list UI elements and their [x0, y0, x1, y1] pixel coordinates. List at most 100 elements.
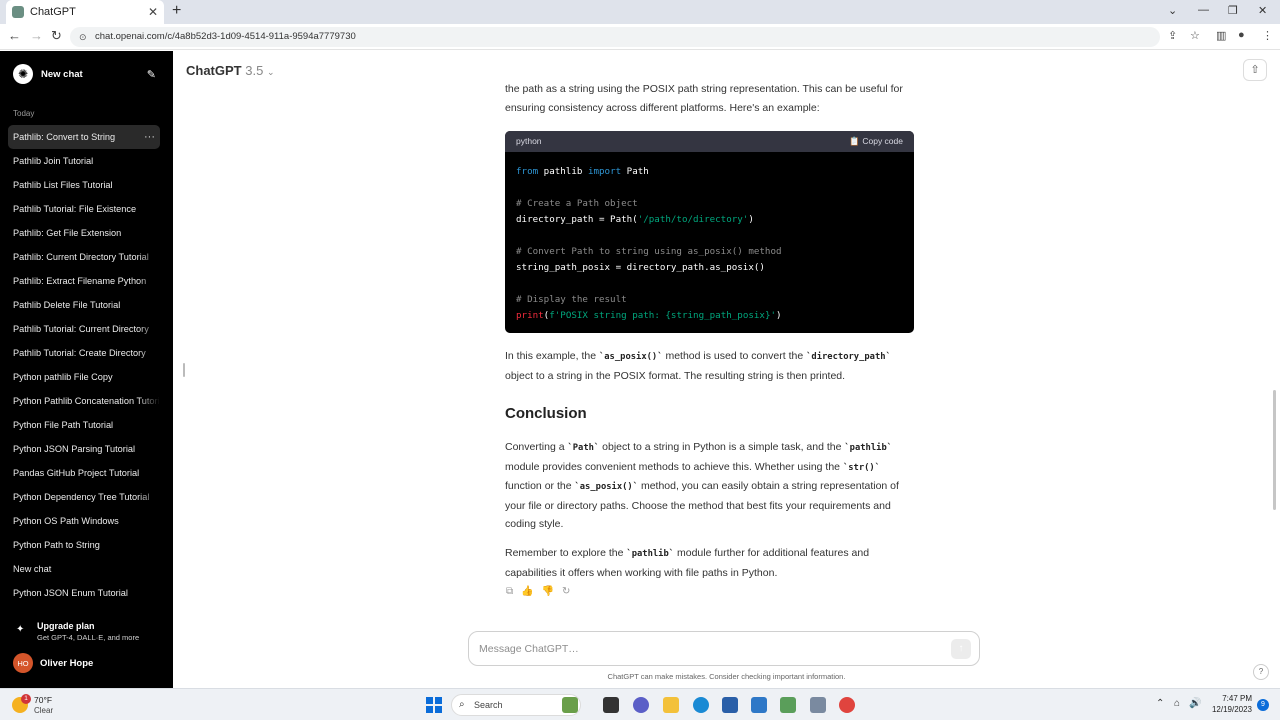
close-window-button[interactable]: ✕ — [1258, 4, 1267, 17]
user-name: Oliver Hope — [40, 657, 94, 669]
message-paragraph: In this example, the `as_posix()` method… — [505, 347, 915, 385]
code-language-label: python — [516, 136, 542, 147]
model-selector[interactable]: ChatGPT 3.5 ⌄ — [186, 63, 275, 78]
user-menu-button[interactable]: HO Oliver Hope — [13, 652, 163, 674]
chat-item-active[interactable]: Pathlib: Convert to String ··· — [8, 125, 160, 149]
chat-item[interactable]: Pathlib Tutorial: File Existence — [8, 197, 160, 221]
thumbs-up-icon[interactable]: 👍 — [521, 586, 533, 597]
help-button[interactable]: ? — [1253, 664, 1269, 680]
site-info-icon[interactable]: ⊙ — [79, 27, 87, 47]
close-tab-icon[interactable]: ✕ — [148, 5, 158, 19]
chat-item[interactable]: Pandas GitHub Project Tutorial — [8, 461, 160, 485]
app-icon[interactable] — [810, 697, 826, 713]
edge-browser-icon[interactable] — [693, 697, 709, 713]
section-today-label: Today — [13, 109, 35, 118]
share-chat-button[interactable]: ⇧ — [1243, 59, 1267, 81]
store-icon[interactable] — [722, 697, 738, 713]
section-heading: Conclusion — [505, 405, 587, 422]
code-line: string_path_posix = directory_path.as_po… — [516, 262, 765, 273]
tab-search-dropdown-icon[interactable]: ⌄ — [1168, 4, 1177, 17]
code-comment: # Create a Path object — [516, 198, 638, 209]
chat-item-label: Pathlib Tutorial: File Existence — [13, 204, 137, 214]
message-input[interactable] — [479, 640, 939, 658]
upgrade-plan-button[interactable]: ✦ Upgrade plan Get GPT-4, DALL·E, and mo… — [13, 619, 163, 647]
chat-item[interactable]: Pathlib: Extract Filename Python — [8, 269, 160, 293]
profile-icon[interactable]: ● — [1238, 29, 1245, 41]
chat-item[interactable]: Python File Path Tutorial — [8, 413, 160, 437]
disclaimer-text: ChatGPT can make mistakes. Consider chec… — [607, 672, 846, 681]
copy-code-button[interactable]: 📋 Copy code — [849, 132, 903, 151]
chat-item[interactable]: Pathlib List Files Tutorial — [8, 173, 160, 197]
code-block: python 📋 Copy code from pathlib import P… — [505, 131, 914, 333]
network-icon[interactable]: ⌂ — [1174, 698, 1180, 709]
chat-item[interactable]: Pathlib Join Tutorial — [8, 149, 160, 173]
taskbar: 1 70°F Clear ⌕ Search ⌃ ⌂ 🔊 7:47 PM 12/1… — [0, 688, 1280, 720]
message-paragraph: Remember to explore the `pathlib` module… — [505, 544, 915, 582]
chat-item[interactable]: Python JSON Enum Tutorial — [8, 581, 160, 605]
code-function: print — [516, 310, 544, 321]
chat-item[interactable]: Pathlib: Get File Extension — [8, 221, 160, 245]
main-panel: ChatGPT 3.5 ⌄ ⇧ the path as a string usi… — [173, 51, 1280, 688]
start-button[interactable] — [426, 697, 442, 713]
upgrade-title: Upgrade plan — [37, 621, 95, 631]
regenerate-icon[interactable]: ↻ — [562, 586, 570, 597]
reload-icon[interactable]: ↻ — [51, 28, 62, 44]
code-token: Path — [621, 166, 649, 177]
widgets-app-icon[interactable] — [562, 697, 578, 713]
model-name: ChatGPT — [186, 63, 242, 78]
edit-icon[interactable]: ✎ — [147, 68, 156, 81]
chat-item[interactable]: New chat — [8, 557, 160, 581]
clock[interactable]: 7:47 PM 12/19/2023 — [1210, 693, 1252, 715]
address-bar[interactable]: ⊙ chat.openai.com/c/4a8b52d3-1d09-4514-9… — [70, 27, 1160, 47]
chat-item[interactable]: Pathlib: Current Directory Tutorial — [8, 245, 160, 269]
chat-item[interactable]: Python pathlib File Copy — [8, 365, 160, 389]
share-page-icon[interactable]: ⇪ — [1168, 29, 1177, 42]
chrome-browser-icon[interactable] — [839, 697, 855, 713]
weather-widget[interactable]: 1 70°F Clear — [10, 693, 70, 717]
chat-item-label: Pathlib: Extract Filename Python — [13, 276, 147, 286]
restore-window-button[interactable]: ❐ — [1228, 4, 1238, 17]
chat-item[interactable]: Pathlib Tutorial: Create Directory — [8, 341, 160, 365]
sidebar-resize-handle[interactable] — [183, 363, 185, 377]
new-tab-button[interactable]: + — [172, 2, 181, 20]
minimize-window-button[interactable]: — — [1198, 4, 1209, 16]
chat-item[interactable]: Pathlib Delete File Tutorial — [8, 293, 160, 317]
inline-code: `pathlib` — [626, 549, 675, 559]
chat-item[interactable]: Python OS Path Windows — [8, 509, 160, 533]
notification-badge[interactable]: 9 — [1257, 699, 1269, 711]
browser-tab[interactable]: ChatGPT ✕ — [6, 0, 164, 24]
copy-icon[interactable]: ⧉ — [506, 586, 513, 597]
side-panel-icon[interactable]: ▥ — [1216, 29, 1226, 42]
back-icon[interactable]: ← — [8, 28, 21, 43]
app-icon[interactable] — [780, 697, 796, 713]
chat-item-label: Pandas GitHub Project Tutorial — [13, 468, 140, 478]
code-token: pathlib — [538, 166, 588, 177]
chevron-up-icon[interactable]: ⌃ — [1156, 698, 1164, 709]
chat-item-label: Pathlib List Files Tutorial — [13, 180, 113, 190]
chat-item[interactable]: Python JSON Parsing Tutorial — [8, 437, 160, 461]
chat-item[interactable]: Pathlib Tutorial: Current Directory — [8, 317, 160, 341]
new-chat-button[interactable]: ✺ New chat ✎ — [8, 61, 160, 87]
task-view-icon[interactable] — [603, 697, 619, 713]
volume-icon[interactable]: 🔊 — [1189, 698, 1201, 709]
file-explorer-icon[interactable] — [663, 697, 679, 713]
code-block-header: python 📋 Copy code — [505, 131, 914, 152]
chat-item[interactable]: Python Dependency Tree Tutorial — [8, 485, 160, 509]
chat-item[interactable]: Python Path to String — [8, 533, 160, 557]
text-span: Remember to explore the — [505, 547, 627, 559]
more-options-icon[interactable]: ··· — [144, 125, 155, 149]
chat-item[interactable]: Python Pathlib Concatenation Tutorial — [8, 389, 160, 413]
forward-icon[interactable]: → — [30, 28, 43, 43]
thumbs-down-icon[interactable]: 👎 — [542, 586, 554, 597]
browser-menu-icon[interactable]: ⋮ — [1262, 29, 1273, 42]
scrollbar-thumb[interactable] — [1273, 390, 1276, 510]
vscode-icon[interactable] — [751, 697, 767, 713]
teams-chat-icon[interactable] — [633, 697, 649, 713]
chat-item-label: Python JSON Enum Tutorial — [13, 588, 128, 598]
search-icon: ⌕ — [459, 699, 465, 710]
send-button[interactable]: ↑ — [951, 639, 971, 659]
weather-badge: 1 — [21, 694, 31, 704]
chatgpt-favicon-icon — [12, 6, 24, 18]
bookmark-icon[interactable]: ☆ — [1190, 29, 1200, 42]
